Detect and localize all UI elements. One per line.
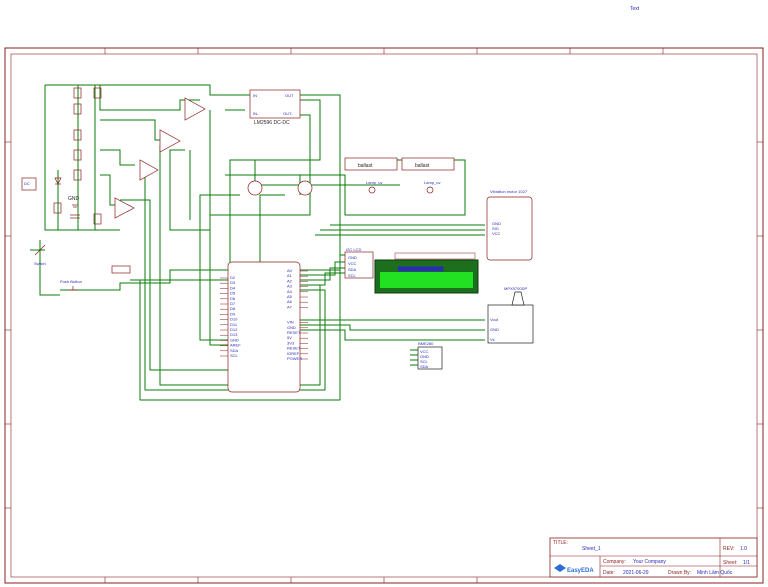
- svg-text:OUT: OUT: [285, 93, 294, 98]
- svg-text:SDA: SDA: [348, 267, 357, 272]
- svg-text:ballast: ballast: [358, 163, 373, 169]
- push-button-label: Push Button: [60, 279, 82, 284]
- easyeda-logo-text: EasyEDA: [567, 568, 594, 574]
- mcu-left-pin-label: SCL: [230, 353, 239, 358]
- date-value: 2021-06-29: [623, 570, 649, 576]
- svg-text:IN-: IN-: [253, 111, 259, 116]
- switch-label: Switch: [34, 261, 46, 266]
- mcu-right-pin-label: POWER: [287, 356, 302, 361]
- frame-ruler-ticks: [5, 48, 763, 583]
- sheet-value: 1/1: [743, 560, 750, 566]
- svg-text:DC: DC: [24, 181, 30, 186]
- drawn-by-value: Minh Lâm Quốc: [697, 570, 733, 576]
- sheet-frame-outer: [4, 47, 764, 584]
- title-value: Sheet_1: [582, 546, 601, 552]
- company-label: Company:: [603, 559, 626, 565]
- ballast-2: ballast: [401, 157, 455, 171]
- sheet-frame-inner: [10, 53, 758, 578]
- lcd-label: I2C LCD: [346, 247, 361, 252]
- svg-text:SDA: SDA: [420, 364, 429, 369]
- svg-text:ballast: ballast: [415, 163, 430, 169]
- lm2596-label: LM2596 DC-DC: [254, 120, 290, 126]
- header-text-label: Text: [630, 6, 640, 12]
- drawn-by-label: Drawn By:: [668, 570, 691, 576]
- lamp-2: [426, 186, 434, 194]
- i2c-lcd-module: GND VCC SDA SCL: [344, 251, 479, 294]
- vibration-motor-block: GND SIG VCC: [486, 196, 533, 261]
- rev-label: REV:: [723, 546, 734, 552]
- company-value: Your Company: [633, 559, 666, 565]
- sheet-label: Sheet:: [723, 560, 737, 566]
- ballast-1: ballast: [344, 157, 398, 171]
- transistor-symbols: [247, 180, 313, 196]
- small-sensor-block: VCC GND SCL SDA: [417, 346, 443, 370]
- rev-value: 1.0: [740, 546, 747, 552]
- schematic-canvas: Text GND DC Switch Push Button IN OUT IN…: [4, 6, 764, 584]
- lamp-1: [368, 186, 376, 194]
- svg-text:GND: GND: [348, 255, 357, 260]
- mcu-right-pin-label: A7: [287, 304, 293, 309]
- lamp-1-label: Lamp_uv: [366, 180, 382, 185]
- push-button-symbol: [68, 265, 131, 291]
- svg-text:VCC: VCC: [492, 231, 501, 236]
- small-sensor-label: BME280: [418, 341, 434, 346]
- svg-text:Vout: Vout: [490, 317, 499, 322]
- power-input-connector: DC: [21, 177, 37, 191]
- date-label: Date:: [603, 570, 615, 576]
- title-label: TITLE:: [553, 540, 568, 546]
- lm2596-module: IN OUT IN- OUT-: [249, 89, 301, 119]
- vibration-motor-label: Vibration motor 1027: [490, 189, 528, 194]
- svg-text:SCL: SCL: [348, 273, 357, 278]
- pressure-sensor-label: MPX5700DP: [504, 286, 527, 291]
- pressure-sensor-block: Vout GND Vs: [487, 291, 534, 344]
- gnd-label: GND: [68, 196, 80, 202]
- svg-text:IN: IN: [253, 93, 257, 98]
- svg-text:GND: GND: [490, 327, 499, 332]
- svg-text:Vs: Vs: [490, 337, 495, 342]
- lamp-2-label: Lamp_uv: [424, 180, 440, 185]
- svg-text:OUT-: OUT-: [283, 111, 293, 116]
- svg-text:VCC: VCC: [348, 261, 357, 266]
